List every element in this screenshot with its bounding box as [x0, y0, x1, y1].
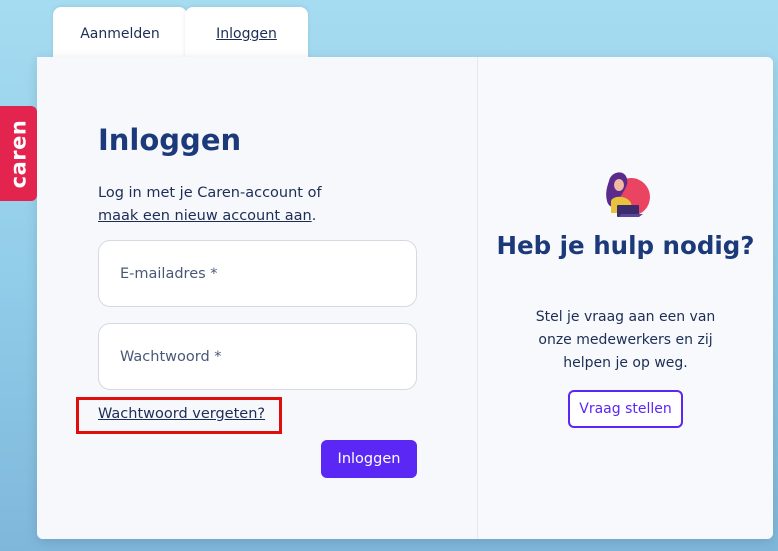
password-input[interactable] [99, 324, 416, 389]
brand-logo: caren [6, 119, 31, 188]
forgot-password-link[interactable]: Wachtwoord vergeten? [98, 406, 265, 422]
brand-tag[interactable]: caren [0, 106, 37, 201]
login-panel: Inloggen Log in met je Caren-account of … [37, 57, 478, 539]
login-button[interactable]: Inloggen [321, 440, 417, 478]
help-title: Heb je hulp nodig? [496, 231, 755, 260]
login-card: Inloggen Log in met je Caren-account of … [37, 57, 773, 539]
tab-login-label: Inloggen [216, 26, 277, 42]
person-with-laptop-icon [597, 167, 653, 223]
login-intro-text: Log in met je Caren-account of [98, 185, 322, 201]
create-account-link[interactable]: maak een nieuw account aan [98, 208, 312, 224]
login-intro: Log in met je Caren-account of maak een … [98, 182, 398, 228]
tab-register-label: Aanmelden [80, 26, 160, 42]
password-field [98, 323, 417, 390]
ask-question-button[interactable]: Vraag stellen [568, 390, 683, 428]
page-title: Inloggen [98, 123, 242, 157]
login-intro-suffix: . [311, 208, 317, 224]
email-field [98, 240, 417, 307]
email-input[interactable] [99, 241, 416, 306]
help-text: Stel je vraag aan een van onze medewerke… [535, 309, 716, 371]
help-panel: Heb je hulp nodig? Stel je vraag aan een… [478, 57, 773, 539]
